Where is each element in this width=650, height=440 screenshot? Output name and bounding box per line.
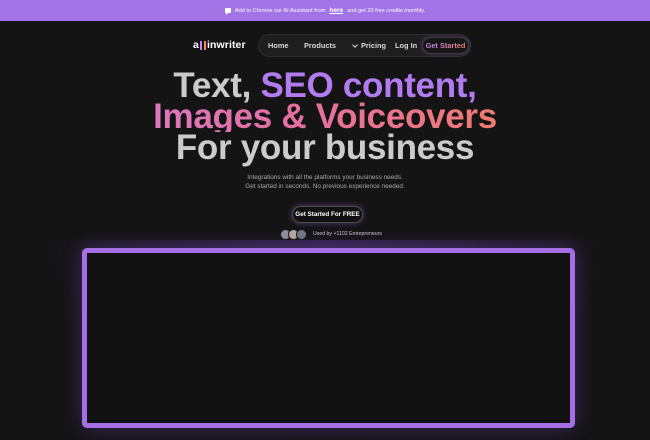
announcement-banner: Add to Chrome our AI Assistant from here…: [0, 0, 650, 21]
nav-get-started-button[interactable]: Get Started: [422, 37, 469, 54]
hero-subtitle-line-1: Integrations with all the platforms your…: [247, 174, 403, 181]
banner-text-prefix: Add to Chrome our AI Assistant from: [234, 7, 326, 14]
nav-products[interactable]: Products: [304, 41, 358, 50]
banner-text-suffix: and get 20 free credits monthly.: [347, 7, 426, 14]
main-nav: Home Products Pricing Log In Get Started: [258, 34, 471, 57]
hero-subtitle: Integrations with all the platforms your…: [0, 173, 650, 191]
get-started-free-button[interactable]: Get Started For FREE: [292, 206, 363, 223]
logo-text-end: inwriter: [206, 39, 246, 51]
avatar: [296, 229, 307, 240]
nav-products-label: Products: [304, 41, 337, 50]
logo-text-start: a: [193, 39, 199, 51]
nav-login[interactable]: Log In: [395, 41, 417, 50]
avatar-group: [280, 229, 307, 240]
chat-icon: [224, 8, 231, 15]
demo-video-frame: [82, 248, 575, 428]
hero-subtitle-line-2: Get started in seconds. No previous expe…: [245, 183, 405, 190]
logo[interactable]: a inwriter: [193, 39, 246, 51]
nav-home[interactable]: Home: [268, 41, 289, 50]
nav-pricing[interactable]: Pricing: [361, 41, 386, 50]
hero-line-3: For your business: [175, 128, 475, 167]
social-proof-text: Used by +1102 Entrepreneurs: [313, 231, 382, 237]
chevron-down-icon: [352, 41, 358, 48]
banner-link[interactable]: here: [329, 7, 343, 14]
logo-mark-icon: [199, 40, 206, 50]
hero-heading: Text, SEO content, Images & Voiceovers F…: [0, 68, 650, 167]
